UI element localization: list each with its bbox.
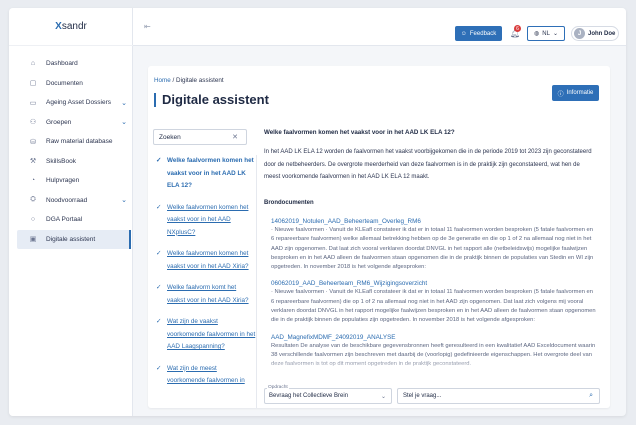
question-text: Wat zijn de meest voorkomende faalvormen… xyxy=(167,364,245,385)
question-text: Welke faalvorm komt het vaakst voor in h… xyxy=(167,284,249,304)
search-value: Zoeken xyxy=(159,133,181,141)
source-link[interactable]: AAD_MagnefixMDMF_24092019_ANALYSE xyxy=(271,333,596,342)
help-icon: ◔ xyxy=(30,177,36,185)
page-title: Digitale assistent xyxy=(154,93,269,107)
breadcrumb-current: Digitale assistent xyxy=(176,77,224,84)
search-input[interactable]: Zoeken ✕ xyxy=(153,129,247,145)
source-item: 06062019_AAD_Beheerteam_RM6_Wijzigingsov… xyxy=(271,279,596,325)
sidebar-item-label: Digitale assistent xyxy=(46,235,96,243)
search-icon[interactable]: ⌕ xyxy=(589,392,593,400)
sidebar-item-noodvoorraad[interactable]: ⛭ Noodvoorraad ⌄ xyxy=(9,191,133,211)
sidebar-item-label: DGA Portaal xyxy=(46,216,83,224)
chevron-down-icon[interactable]: ⌄ xyxy=(121,99,127,107)
sidebar: Xsandr ⌂ Dashboard ▢ Documenten ▭ Ageing Asse… xyxy=(9,8,133,416)
source-item: 14062019_Notulen_AAD_Beheerteam_Overleg_… xyxy=(271,217,596,272)
main-card: Home / Digitale assistent Digitale assis… xyxy=(148,66,610,408)
source-excerpt: · Nieuwe faalvormen · Vanuit de KLEafl c… xyxy=(271,289,596,324)
select-label: Opdracht xyxy=(267,385,289,390)
source-link[interactable]: 14062019_Notulen_AAD_Beheerteam_Overleg_… xyxy=(271,217,596,226)
stock-icon: ⛭ xyxy=(30,196,36,204)
user-name: John Doe xyxy=(588,30,616,37)
globe-icon: ◍ xyxy=(534,31,540,37)
folder-icon: ▭ xyxy=(29,99,37,107)
question-item[interactable]: ✓ Wat zijn de meest voorkomende faalvorme… xyxy=(153,363,256,388)
check-icon: ✓ xyxy=(156,157,162,164)
question-list[interactable]: ✓ Welke faalvormen komen het vaakst voor … xyxy=(153,155,257,408)
feedback-label: Feedback xyxy=(469,30,497,37)
check-icon: ✓ xyxy=(156,203,162,211)
document-icon: ▢ xyxy=(29,80,37,88)
sidebar-item-skillsbook[interactable]: ⚒ SkillsBook xyxy=(9,152,133,172)
sidebar-item-label: Ageing Asset Dossiers xyxy=(46,99,112,107)
sources-list[interactable]: 14062019_Notulen_AAD_Beheerteam_Overleg_… xyxy=(271,217,596,375)
feedback-button[interactable]: ☺ Feedback xyxy=(455,26,502,41)
collapse-sidebar-icon[interactable]: ⇤ xyxy=(144,22,151,31)
sidebar-item-label: Hulpvragen xyxy=(46,177,80,185)
sidebar-item-label: Dashboard xyxy=(46,60,78,68)
sidebar-item-hulpvragen[interactable]: ◔ Hulpvragen xyxy=(9,171,133,191)
logo[interactable]: Xsandr xyxy=(9,8,133,46)
question-item[interactable]: ✓ Wat zijn de vaakst voorkomende faalvorm… xyxy=(153,316,256,354)
question-item[interactable]: ✓ Welke faalvormen komen het vaakst voor … xyxy=(153,202,256,240)
source-excerpt: · Nieuwe faalvormen · Vanuit de KLEafl c… xyxy=(271,227,594,271)
answer-panel: Welke faalvormen komen het vaakst voor i… xyxy=(264,66,604,408)
sidebar-item-dga-portaal[interactable]: ○ DGA Portaal xyxy=(9,210,133,230)
breadcrumb-home[interactable]: Home xyxy=(154,77,171,84)
question-text: Wat zijn de vaakst voorkomende faalvorme… xyxy=(167,318,256,350)
question-text: Welke faalvormen komen het vaakst voor i… xyxy=(167,250,249,270)
clear-icon[interactable]: ✕ xyxy=(232,133,238,141)
question-input[interactable]: Stel je vraag... ⌕ xyxy=(397,388,600,404)
chevron-down-icon[interactable]: ⌄ xyxy=(121,118,127,126)
prompt-select[interactable]: Bevraag het Collectieve Brein ⌄ xyxy=(264,388,392,404)
group-icon: ⚇ xyxy=(29,119,37,127)
logo-text: sandr xyxy=(61,21,87,32)
sidebar-item-documenten[interactable]: ▢ Documenten xyxy=(9,74,133,94)
select-value: Bevraag het Collectieve Brein xyxy=(269,393,349,399)
language-select[interactable]: ◍ NL ⌄ xyxy=(527,26,565,41)
source-link[interactable]: 06062019_AAD_Beheerteam_RM6_Wijzigingsov… xyxy=(271,279,596,288)
question-text: Welke faalvormen komen het vaakst voor i… xyxy=(167,203,249,236)
database-icon: ⛁ xyxy=(30,138,36,146)
fade-overlay xyxy=(264,356,604,376)
sources-heading: Brondocumenten xyxy=(264,200,314,206)
assistant-icon: ▣ xyxy=(29,236,37,244)
chevron-down-icon[interactable]: ⌄ xyxy=(121,196,127,204)
sidebar-item-dashboard[interactable]: ⌂ Dashboard xyxy=(9,54,133,74)
app-window: Xsandr ⌂ Dashboard ▢ Documenten ▭ Ageing Asse… xyxy=(9,8,626,416)
check-icon: ✓ xyxy=(156,284,162,291)
question-item[interactable]: ✓ Welke faalvorm komt het vaakst voor in … xyxy=(153,282,256,307)
user-menu[interactable]: J John Doe xyxy=(571,26,619,41)
logo-mark: X xyxy=(55,21,62,32)
wrench-icon: ⚒ xyxy=(29,158,37,166)
sidebar-item-ageing-asset-dossiers[interactable]: ▭ Ageing Asset Dossiers ⌄ xyxy=(9,93,133,113)
language-label: NL xyxy=(542,30,550,37)
portal-icon: ○ xyxy=(30,216,36,224)
chevron-down-icon: ⌄ xyxy=(552,31,558,37)
home-icon: ⌂ xyxy=(30,60,36,68)
question-item[interactable]: ✓ Welke faalvormen komen het vaakst voor … xyxy=(153,248,256,273)
answer-question: Welke faalvormen komen het vaakst voor i… xyxy=(264,129,455,136)
question-item[interactable]: ✓ Welke faalvormen komen het vaakst voor … xyxy=(153,155,256,193)
breadcrumb: Home / Digitale assistent xyxy=(154,77,224,84)
check-icon: ✓ xyxy=(156,364,162,372)
sidebar-item-digitale-assistent[interactable]: ▣ Digitale assistent xyxy=(17,229,131,249)
sidebar-item-label: Documenten xyxy=(46,79,83,87)
topbar: ⇤ ☺ Feedback 🔔︎ 6 ◍ NL ⌄ J John Doe xyxy=(133,8,626,46)
notification-badge: 6 xyxy=(514,25,521,32)
sidebar-item-raw-material-database[interactable]: ⛁ Raw material database xyxy=(9,132,133,152)
question-placeholder: Stel je vraag... xyxy=(403,393,442,399)
check-icon: ✓ xyxy=(156,318,162,325)
avatar: J xyxy=(574,28,585,39)
sidebar-item-label: Raw material database xyxy=(46,138,113,146)
check-icon: ✓ xyxy=(156,250,162,257)
sidebar-item-label: Groepen xyxy=(46,118,72,126)
answer-text: In het AAD LK ELA 12 worden de faalvorme… xyxy=(264,149,592,180)
question-text: Welke faalvormen komen het vaakst voor i… xyxy=(167,157,254,189)
sidebar-item-label: Noodvoorraad xyxy=(46,196,88,204)
sidebar-item-groepen[interactable]: ⚇ Groepen ⌄ xyxy=(9,113,133,133)
sidebar-item-label: SkillsBook xyxy=(46,157,76,165)
feedback-icon: ☺ xyxy=(460,30,467,37)
sidebar-nav: ⌂ Dashboard ▢ Documenten ▭ Ageing Asset Dossi… xyxy=(9,54,133,249)
chevron-down-icon: ⌄ xyxy=(380,393,386,400)
